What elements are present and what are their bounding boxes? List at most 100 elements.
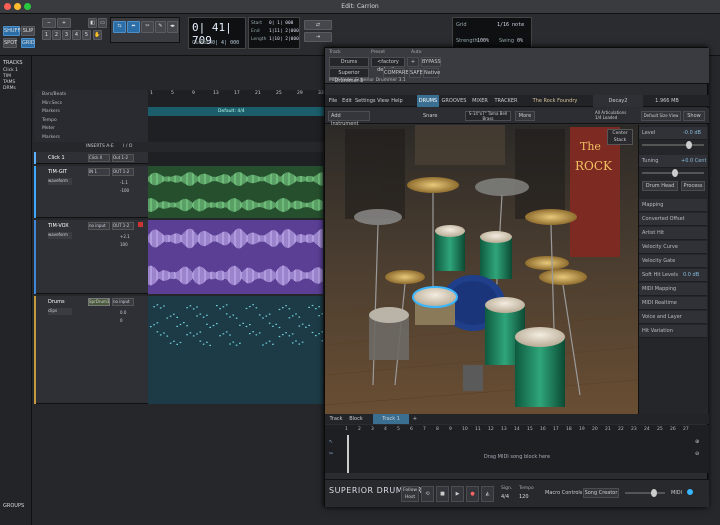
tab-mixer[interactable]: MIXER xyxy=(469,95,491,107)
menu-help[interactable]: Help xyxy=(391,95,403,107)
track-input-select[interactable]: no input xyxy=(112,298,134,306)
tab-block[interactable]: Block xyxy=(347,414,365,424)
song-creator-button[interactable]: Song Creator xyxy=(583,488,619,498)
tab-to-transient-icon[interactable]: ⇥ xyxy=(304,32,332,42)
pencil-tool-icon[interactable]: ✎ xyxy=(155,21,166,33)
tracks-panel-item[interactable]: DRMs xyxy=(3,86,18,92)
timeline-ruler[interactable]: 1 5 9 13 17 21 25 29 33 Default: 4/4 xyxy=(148,90,324,142)
add-track-icon[interactable]: + xyxy=(411,414,419,424)
metronome-icon[interactable]: ◭ xyxy=(481,486,494,502)
settings-row-mapping[interactable]: Mapping xyxy=(639,199,707,212)
mode-shuffle-button[interactable]: SHUFFLE xyxy=(3,26,26,36)
mode-slip-button[interactable]: SLIP xyxy=(21,26,35,36)
track-input-select[interactable]: no input xyxy=(88,222,110,230)
audio-clip-green[interactable] xyxy=(147,166,323,218)
settings-row-voice-layer[interactable]: Voice and Layer xyxy=(639,311,707,324)
grid-value[interactable]: 1/16 note xyxy=(497,22,524,28)
level-slider-handle[interactable] xyxy=(686,141,692,149)
menu-edit[interactable]: Edit xyxy=(341,95,353,107)
zoom-out-icon[interactable]: ⊖ xyxy=(695,451,703,459)
record-enable-icon[interactable] xyxy=(138,222,143,227)
track-name[interactable]: Click 1 xyxy=(48,155,78,161)
preset-select[interactable]: <factory default> xyxy=(371,57,405,73)
track-output-select[interactable]: Out 1-2 xyxy=(112,154,134,162)
song-track-1-tab[interactable]: Track 1 xyxy=(373,414,409,424)
select-tool-icon[interactable]: ↖ xyxy=(329,439,337,447)
end-value[interactable]: 1|11| 2|000 xyxy=(269,29,299,34)
follow-host-button[interactable]: Follow Host xyxy=(401,486,419,502)
song-track-area[interactable]: 1 2 3 4 5 6 7 8 9 10 11 12 13 14 15 16 17 18 19 20 21 22 23 24 2… xyxy=(325,425,709,473)
plus-icon[interactable]: + xyxy=(407,57,419,67)
tab-track[interactable]: Track xyxy=(327,414,345,424)
start-value[interactable]: 0| 1| 000 xyxy=(269,21,293,26)
play-icon[interactable]: ▶ xyxy=(451,486,464,502)
loop-icon[interactable]: ⟲ xyxy=(421,486,434,502)
level-value[interactable]: -0.0 dB xyxy=(683,127,701,140)
more-button[interactable]: More xyxy=(515,111,535,121)
cut-tool-icon[interactable]: ✂ xyxy=(329,451,337,459)
select-tool-icon[interactable]: ▭ xyxy=(98,18,107,28)
settings-row-offset[interactable]: Converted Offset xyxy=(639,213,707,226)
main-counter[interactable]: 0| 41| 709 Cursor 40| 4| 000 xyxy=(188,17,246,49)
settings-row-midi-realtime[interactable]: MIDI Realtime xyxy=(639,297,707,310)
track-view-select[interactable]: waveform xyxy=(48,232,72,239)
macro-controls-button[interactable]: Macro Controls xyxy=(545,490,582,496)
track-name[interactable]: Drums xyxy=(48,299,65,305)
drum-head-select[interactable]: Drum Head xyxy=(642,181,678,191)
articulations-select[interactable]: All Articulations 1/4 Loaded xyxy=(595,110,639,122)
zoom-in-icon[interactable]: ⊕ xyxy=(695,439,703,447)
zoom-preset-2[interactable]: 2 xyxy=(52,30,61,40)
track-insert-slot[interactable]: Click II xyxy=(88,154,110,162)
preset-dropdown[interactable]: Decay2 xyxy=(593,95,643,107)
smart-tool-icon[interactable]: ✂ xyxy=(141,21,154,33)
tuning-slider-handle[interactable] xyxy=(672,169,678,177)
click-track-lane[interactable] xyxy=(148,152,323,166)
level-slider[interactable] xyxy=(642,141,704,149)
tab-grooves[interactable]: GROOVES xyxy=(441,95,467,107)
process-button[interactable]: Process xyxy=(681,181,705,191)
native-button[interactable]: Native xyxy=(423,68,440,78)
stop-icon[interactable]: ■ xyxy=(436,486,449,502)
menu-settings[interactable]: Settings xyxy=(355,95,376,107)
tuning-slider[interactable] xyxy=(642,169,704,177)
instrument-select[interactable]: S-14"x7" Tama Bell Brass xyxy=(465,111,511,121)
menu-file[interactable]: File xyxy=(327,95,339,107)
swing-value[interactable]: 0% xyxy=(517,38,523,44)
plugin-select[interactable]: Superior Drummer 3 xyxy=(329,68,369,84)
grabber-tool-icon[interactable]: ✋ xyxy=(93,30,102,40)
track-insert-slot[interactable]: SprDrum3 xyxy=(88,298,110,306)
track-name[interactable]: TIM-GIT xyxy=(48,169,67,175)
track-output-select[interactable]: OUT 1-2 xyxy=(112,222,134,230)
settings-row-midi-mapping[interactable]: MIDI Mapping xyxy=(639,283,707,296)
drum-kit-view[interactable]: The ROCK Center Stack xyxy=(325,125,638,423)
master-volume-slider[interactable] xyxy=(625,489,665,497)
link-timeline-icon[interactable]: ⇄ xyxy=(304,20,332,30)
zoom-preset-1[interactable]: 1 xyxy=(42,30,51,40)
audio-clip-purple[interactable] xyxy=(147,220,323,294)
tab-drums[interactable]: DRUMS xyxy=(417,95,439,107)
strength-value[interactable]: 100% xyxy=(477,38,489,44)
track-pan[interactable]: 0 xyxy=(120,318,123,323)
safe-button[interactable]: SAFE xyxy=(409,68,423,78)
track-select[interactable]: Drums xyxy=(329,57,369,67)
menu-view[interactable]: View xyxy=(377,95,389,107)
zoom-preset-3[interactable]: 3 xyxy=(62,30,71,40)
tab-tracker[interactable]: TRACKER xyxy=(493,95,519,107)
signature-value[interactable]: 4/4 xyxy=(501,494,509,500)
compare-button[interactable]: COMPARE xyxy=(383,68,409,78)
track-pan[interactable]: -100 xyxy=(120,188,129,193)
tuning-value[interactable]: +0.0 Cent xyxy=(681,155,706,168)
zoom-out-icon[interactable]: − xyxy=(42,18,56,28)
zoomer-tool-icon[interactable]: ⇆ xyxy=(113,21,126,33)
zoom-preset-4[interactable]: 4 xyxy=(72,30,81,40)
settings-row-velocity-gate[interactable]: Velocity Gate xyxy=(639,255,707,268)
mode-grid-button[interactable]: GRID xyxy=(21,38,35,48)
track-output-select[interactable]: OUT 1-2 xyxy=(112,168,134,176)
scrub-tool-icon[interactable]: ◂▸ xyxy=(167,21,178,33)
track-volume[interactable]: 0.0 xyxy=(120,310,126,315)
center-stack-button[interactable]: Center Stack xyxy=(607,129,633,145)
settings-row-soft-hit[interactable]: Soft Hit Levels 0.0 dB xyxy=(639,269,707,282)
trim-tool-active-icon[interactable]: ⬌ xyxy=(127,21,140,33)
midi-clip[interactable] xyxy=(148,296,324,404)
master-volume-handle[interactable] xyxy=(651,489,657,497)
